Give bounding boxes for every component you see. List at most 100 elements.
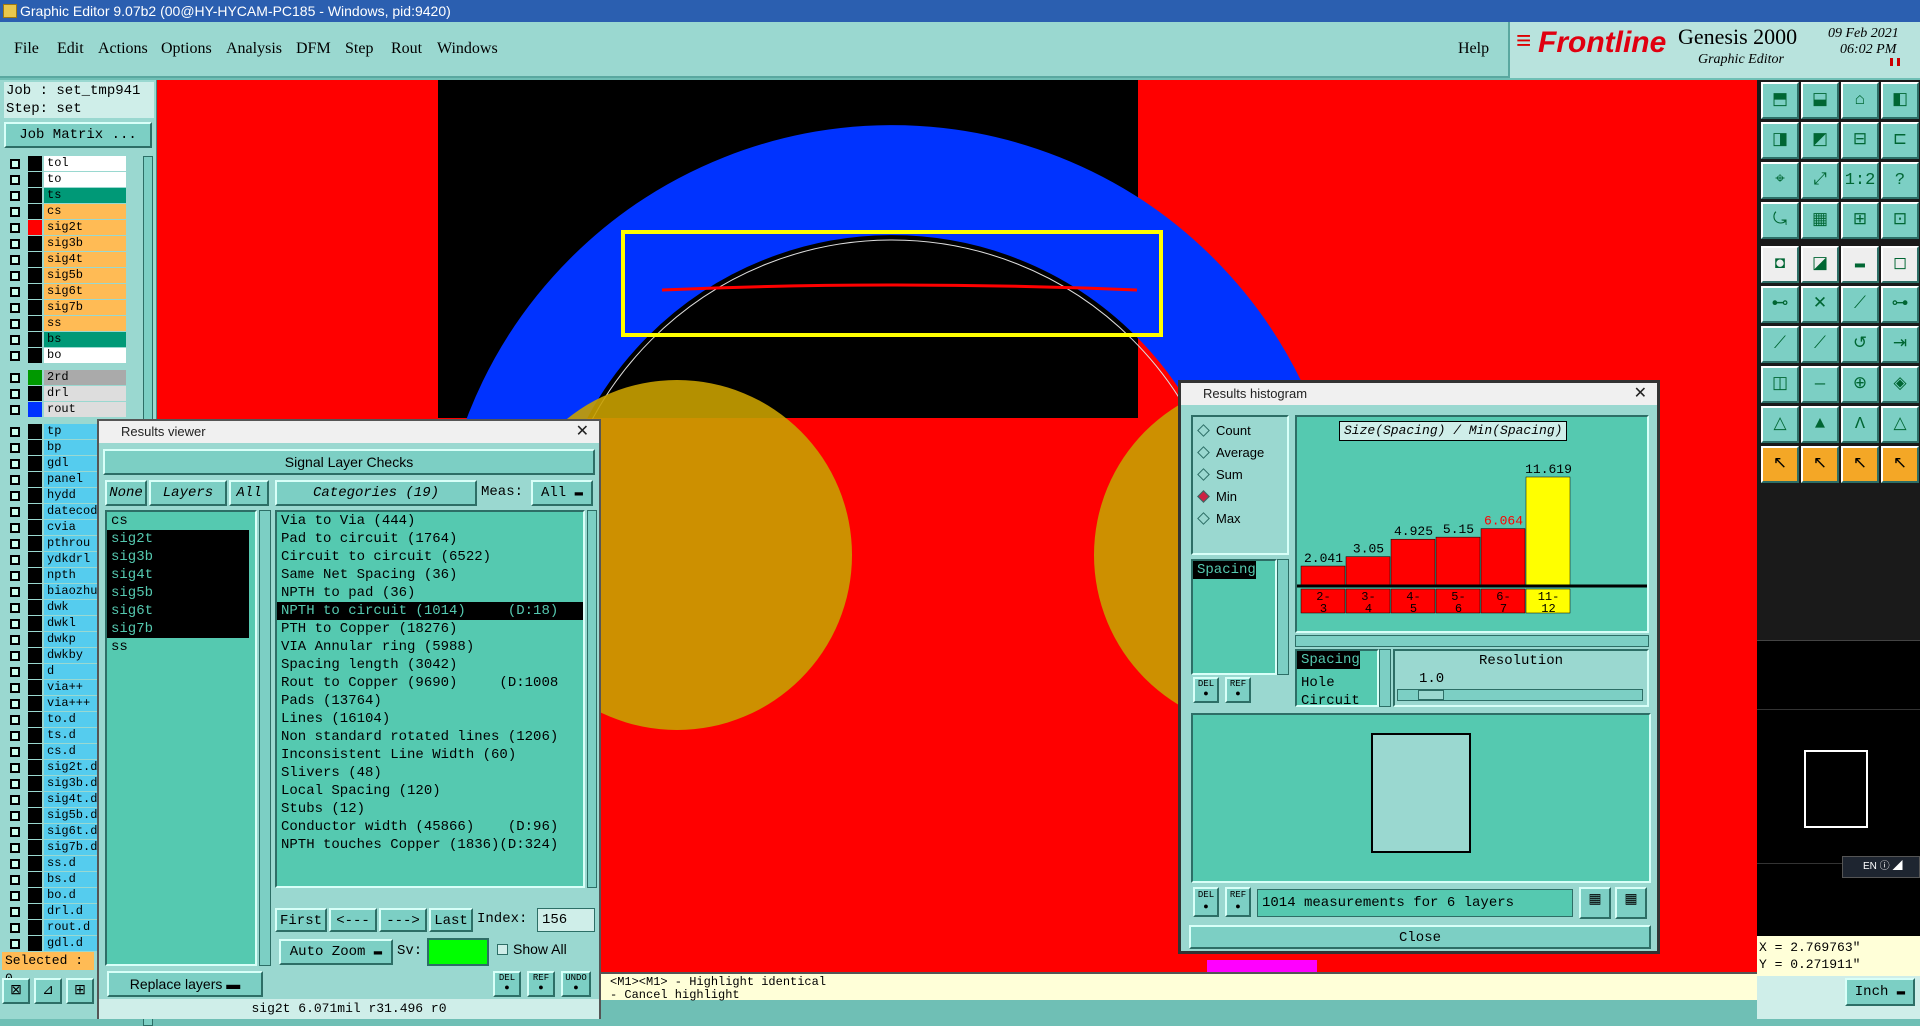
layer-checkbox[interactable] (10, 891, 20, 901)
layer-checkbox[interactable] (10, 389, 20, 399)
layer-checkbox[interactable] (10, 843, 20, 853)
layer-checkbox[interactable] (10, 923, 20, 933)
shape3-icon[interactable]: △ (1881, 406, 1919, 443)
panel-a-icon[interactable]: ⬒ (1761, 82, 1799, 119)
mode-radio[interactable]: Sum (1197, 467, 1243, 482)
target-icon[interactable]: ⊕ (1841, 366, 1879, 403)
results-viewer-titlebar[interactable]: Results viewer ✕ (99, 421, 599, 443)
menu-rout[interactable]: Rout (391, 40, 422, 58)
layer-row[interactable]: bo (6, 348, 126, 363)
undo-view-icon[interactable]: ⊏ (1881, 122, 1919, 159)
layer-checkbox[interactable] (10, 795, 20, 805)
layer-row[interactable]: sig5b (6, 268, 126, 283)
last-button[interactable]: Last (429, 908, 473, 932)
pointer4-icon[interactable]: ↖ (1881, 446, 1919, 483)
category-item[interactable]: Circuit to circuit (6522) (277, 548, 583, 566)
category-item[interactable]: Same Net Spacing (36) (277, 566, 583, 584)
snap2-icon[interactable]: ⊡ (1881, 202, 1919, 239)
res-scrollbar[interactable] (1379, 649, 1391, 707)
menu-windows[interactable]: Windows (437, 40, 498, 58)
category-item[interactable]: NPTH to circuit (1014) (D:18) (277, 602, 583, 620)
overview-map[interactable] (1757, 640, 1920, 940)
layer-checkbox[interactable] (10, 939, 20, 949)
layer-checkbox[interactable] (10, 191, 20, 201)
layer-checkbox[interactable] (10, 507, 20, 517)
layer-checkbox[interactable] (10, 907, 20, 917)
menu-step[interactable]: Step (345, 40, 373, 58)
category-item[interactable]: Slivers (48) (277, 764, 583, 782)
snap-icon[interactable]: ⊞ (1841, 202, 1879, 239)
chart-export-icon[interactable]: ▦ (1615, 887, 1647, 919)
split-icon[interactable]: ◧ (1881, 82, 1919, 119)
replace-layers-dropdown[interactable]: Replace layers ▬ (107, 971, 263, 997)
layer-row[interactable]: sig3b (6, 236, 126, 251)
layer-out-icon[interactable]: ◩ (1801, 122, 1839, 159)
layer-row[interactable]: rout (6, 402, 126, 417)
category-item[interactable]: Rout to Copper (9690) (D:1008 (277, 674, 583, 692)
layer-checkbox[interactable] (10, 443, 20, 453)
layer-checkbox[interactable] (10, 875, 20, 885)
pointer-icon[interactable]: ↖ (1761, 446, 1799, 483)
close-button[interactable]: Close (1189, 925, 1651, 949)
category-item[interactable]: NPTH to pad (36) (277, 584, 583, 602)
layer-row[interactable]: 2rd (6, 370, 126, 385)
undo-icon[interactable]: UNDO ● (561, 971, 591, 997)
layer-checkbox[interactable] (10, 427, 20, 437)
frame-icon[interactable]: ◻ (1881, 246, 1919, 283)
layer-checkbox[interactable] (10, 811, 20, 821)
show-all-checkbox[interactable] (497, 944, 508, 955)
prev-button[interactable]: <--- (329, 908, 377, 932)
pad-icon[interactable]: ◘ (1761, 246, 1799, 283)
layer-results-list[interactable]: cs sig2t sig3b sig4t sig5b sig6t sig7b ss (105, 510, 257, 966)
arc-icon[interactable]: ↺ (1841, 326, 1879, 363)
meas-dropdown[interactable]: All ▬ (531, 480, 593, 506)
ref-icon[interactable]: REF ● (1225, 887, 1251, 917)
scale-icon[interactable]: 1:2 (1841, 162, 1879, 199)
resolution-attr-item[interactable]: Spacing (1297, 651, 1360, 669)
ruler-icon[interactable]: ▬ (1841, 246, 1879, 283)
sv-color-dropdown[interactable] (427, 938, 489, 966)
layer-checkbox[interactable] (10, 351, 20, 361)
layer-checkbox[interactable] (10, 491, 20, 501)
close-icon[interactable]: ✕ (1634, 383, 1647, 405)
layer-checkbox[interactable] (10, 827, 20, 837)
category-list[interactable]: Via to Via (444) Pad to circuit (1764) Cir… (275, 510, 585, 888)
slider-thumb[interactable] (1418, 690, 1444, 700)
layer-checkbox[interactable] (10, 475, 20, 485)
text-icon[interactable]: Ʌ (1841, 406, 1879, 443)
menu-file[interactable]: File (14, 40, 39, 58)
categories-button[interactable]: Categories (19) (275, 480, 477, 506)
category-item[interactable]: Stubs (12) (277, 800, 583, 818)
result-layer-item[interactable]: sig4t (107, 566, 249, 584)
layer-row[interactable]: sig7b (6, 300, 126, 315)
group-icon[interactable]: ◈ (1881, 366, 1919, 403)
result-layer-item[interactable]: ss (107, 638, 255, 656)
layer-checkbox[interactable] (10, 667, 20, 677)
category-item[interactable]: Local Spacing (120) (277, 782, 583, 800)
histogram-chart[interactable]: 2.0412-33.053-44.9254-55.155-66.0646-711… (1297, 417, 1647, 631)
tool-grid-icon[interactable]: ⊞ (66, 978, 94, 1004)
layer-in-icon[interactable]: ◨ (1761, 122, 1799, 159)
histogram-preview[interactable] (1191, 713, 1651, 883)
layer-row[interactable]: bs (6, 332, 126, 347)
mode-radio[interactable]: Count (1197, 423, 1251, 438)
attribute-list[interactable]: Spacing (1191, 559, 1277, 675)
layer-checkbox[interactable] (10, 287, 20, 297)
zoom-dropdown[interactable]: Auto Zoom ▬ (279, 939, 393, 965)
delete-icon[interactable]: ✕ (1801, 286, 1839, 323)
draw-icon[interactable]: ⟋ (1761, 326, 1799, 363)
layer-list-scrollbar[interactable] (259, 510, 271, 966)
layer-checkbox[interactable] (10, 523, 20, 533)
category-item[interactable]: Via to Via (444) (277, 512, 583, 530)
category-item[interactable]: PTH to Copper (18276) (277, 620, 583, 638)
move-icon[interactable]: — (1801, 366, 1839, 403)
category-item[interactable]: Conductor width (45866) (D:96) (277, 818, 583, 836)
shape-icon[interactable]: △ (1761, 406, 1799, 443)
close-icon[interactable]: ✕ (576, 421, 589, 443)
resolution-attr-item[interactable]: Hole (1297, 674, 1377, 692)
category-item[interactable]: Pads (13764) (277, 692, 583, 710)
pointer3-icon[interactable]: ↖ (1841, 446, 1879, 483)
result-layer-item[interactable]: sig7b (107, 620, 249, 638)
layer-checkbox[interactable] (10, 683, 20, 693)
layers-button[interactable]: Layers (149, 480, 227, 506)
